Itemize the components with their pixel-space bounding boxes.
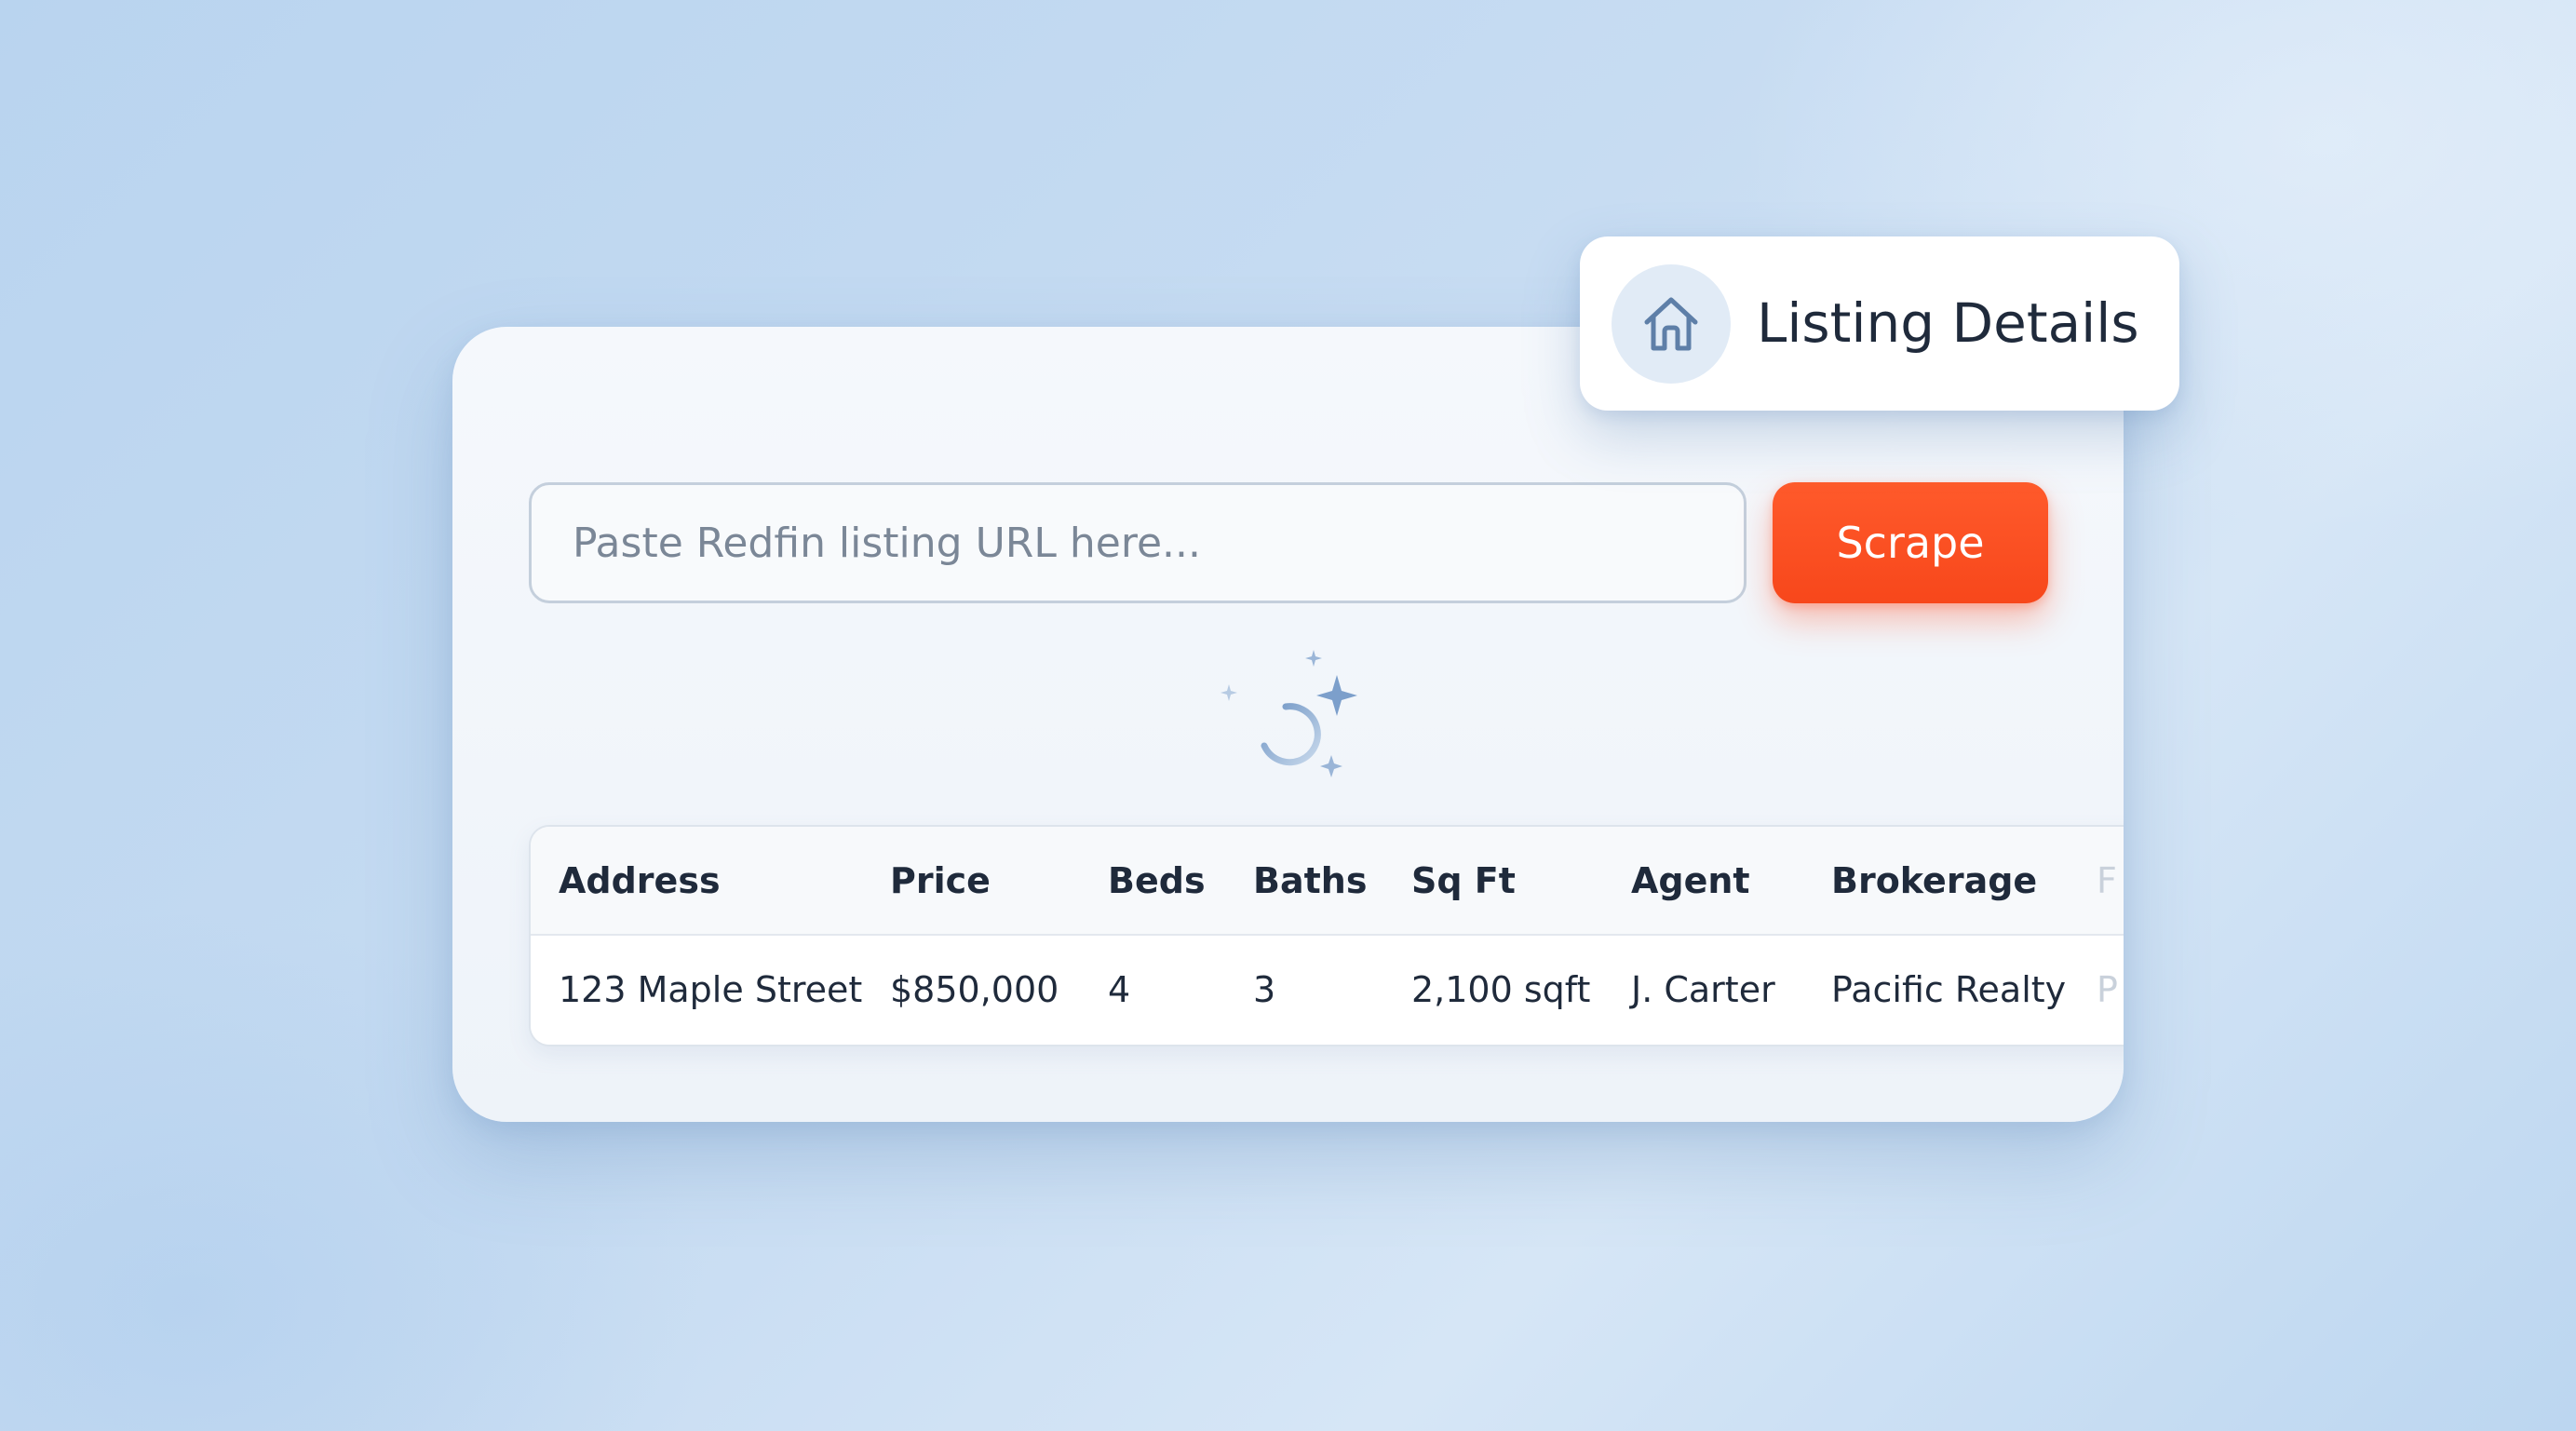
- cell-baths: 3: [1253, 969, 1276, 1010]
- cell-beds: 4: [1108, 969, 1131, 1010]
- table-header-row: Address Price Beds Baths Sq Ft Agent Bro…: [531, 827, 2124, 936]
- listing-table: Address Price Beds Baths Sq Ft Agent Bro…: [529, 825, 2124, 1046]
- cell-price: $850,000: [890, 969, 1059, 1010]
- column-header-beds: Beds: [1108, 860, 1206, 901]
- cell-overflow: P: [2097, 969, 2118, 1010]
- listing-details-badge: Listing Details: [1580, 236, 2179, 411]
- column-header-address: Address: [559, 860, 721, 901]
- column-header-overflow: F: [2097, 860, 2117, 901]
- listing-details-title: Listing Details: [1757, 291, 2139, 355]
- home-icon: [1644, 297, 1698, 351]
- column-header-price: Price: [890, 860, 991, 901]
- table-row: 123 Maple Street $850,000 4 3 2,100 sqft…: [531, 936, 2124, 1045]
- column-header-sqft: Sq Ft: [1411, 860, 1516, 901]
- cell-brokerage: Pacific Realty: [1831, 969, 2067, 1010]
- listing-url-input[interactable]: [529, 482, 1747, 603]
- column-header-baths: Baths: [1253, 860, 1368, 901]
- cell-agent: J. Carter: [1631, 969, 1775, 1010]
- column-header-brokerage: Brokerage: [1831, 860, 2038, 901]
- scraper-card: Scrape Address Price Beds Baths Sq Ft Ag…: [452, 327, 2124, 1122]
- cell-sqft: 2,100 sqft: [1411, 969, 1591, 1010]
- scrape-button[interactable]: Scrape: [1773, 482, 2048, 603]
- cell-address: 123 Maple Street: [559, 969, 863, 1010]
- sparkle-spinner-icon: [1197, 641, 1383, 790]
- home-icon-badge: [1612, 264, 1731, 384]
- column-header-agent: Agent: [1631, 860, 1750, 901]
